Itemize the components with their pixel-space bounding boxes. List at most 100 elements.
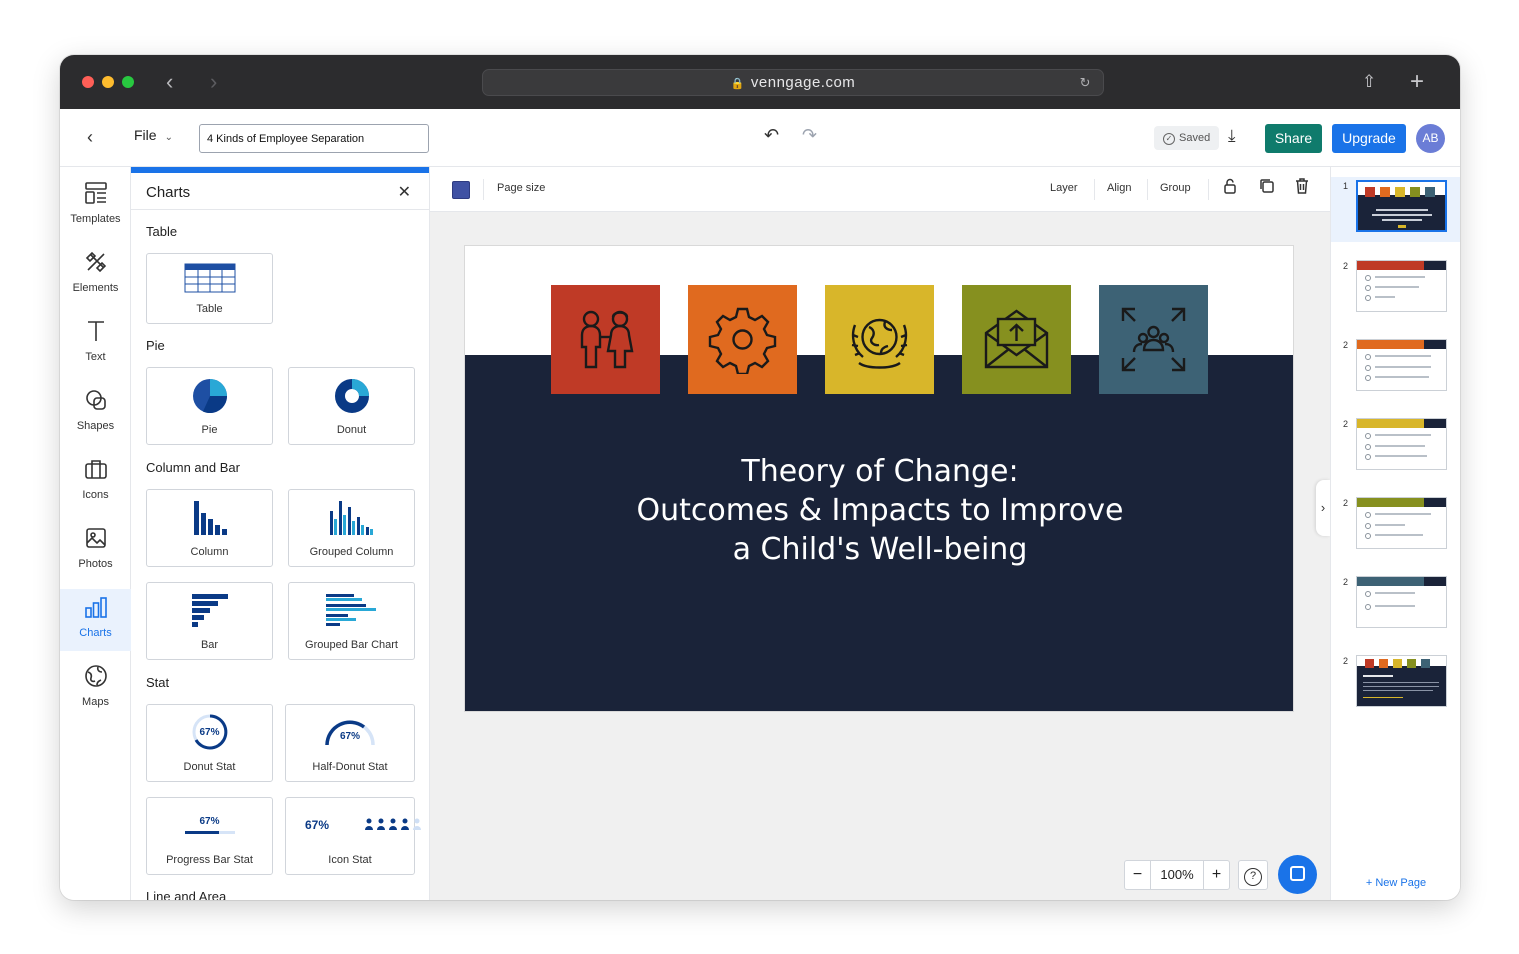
share-page-icon[interactable]: ⇧ <box>1362 68 1376 96</box>
chart-card-grouped-column[interactable]: Grouped Column <box>288 489 415 567</box>
lock-icon[interactable] <box>1223 178 1237 198</box>
new-page-button[interactable]: + New Page <box>1331 877 1460 889</box>
maximize-window-button[interactable] <box>122 76 134 88</box>
browser-back-icon[interactable]: ‹ <box>166 67 173 97</box>
photos-icon <box>60 526 131 554</box>
tile-gear[interactable] <box>688 285 797 394</box>
templates-icon <box>60 181 131 209</box>
rail-item-maps[interactable]: Maps <box>60 658 131 720</box>
help-button[interactable]: ? <box>1238 860 1268 890</box>
color-swatch[interactable] <box>452 181 470 199</box>
rail-item-icons[interactable]: Icons <box>60 451 131 513</box>
chart-card-column[interactable]: Column <box>146 489 273 567</box>
download-icon[interactable]: ⤓ <box>1228 126 1236 146</box>
rail-item-elements[interactable]: Elements <box>60 244 131 306</box>
zoom-out-button[interactable]: − <box>1125 861 1151 889</box>
group-button[interactable]: Group <box>1160 182 1191 194</box>
toolbar-divider <box>1094 179 1095 200</box>
layer-button[interactable]: Layer <box>1050 182 1078 194</box>
browser-forward-icon[interactable]: › <box>210 67 217 97</box>
page-thumb-6[interactable]: 2 <box>1331 573 1460 638</box>
gear-icon <box>708 307 777 374</box>
trash-icon[interactable] <box>1295 178 1309 198</box>
align-button[interactable]: Align <box>1107 182 1131 194</box>
card-label: Half-Donut Stat <box>312 761 388 773</box>
tile-globe[interactable] <box>825 285 934 394</box>
saved-label: Saved <box>1179 132 1211 144</box>
close-icon[interactable]: ✕ <box>398 182 411 202</box>
undo-icon[interactable]: ↶ <box>764 125 779 146</box>
chart-card-donut[interactable]: Donut <box>288 367 415 445</box>
chart-card-progress-bar-stat[interactable]: 67% Progress Bar Stat <box>146 797 273 875</box>
reload-icon[interactable]: ↻ <box>1080 70 1091 95</box>
card-label: Icon Stat <box>328 854 372 866</box>
chat-button[interactable] <box>1278 855 1317 894</box>
upgrade-button[interactable]: Upgrade <box>1332 124 1406 153</box>
pages-panel-toggle[interactable]: › <box>1316 480 1330 536</box>
tile-children[interactable] <box>551 285 660 394</box>
people-icon <box>365 818 421 830</box>
rail-item-templates[interactable]: Templates <box>60 175 131 237</box>
chart-card-grouped-bar[interactable]: Grouped Bar Chart <box>288 582 415 660</box>
page-number: 2 <box>1343 340 1349 350</box>
chart-card-icon-stat[interactable]: 67% Icon Stat <box>285 797 421 875</box>
page-number: 2 <box>1343 261 1349 271</box>
shapes-icon <box>60 388 131 416</box>
page-size-button[interactable]: Page size <box>497 182 545 194</box>
card-label: Donut <box>336 424 367 436</box>
table-icon <box>184 263 235 293</box>
progress-stat-value: 67% <box>199 816 220 827</box>
file-menu[interactable]: File ⌄ <box>134 127 173 143</box>
rail-item-photos[interactable]: Photos <box>60 520 131 582</box>
back-icon[interactable]: ‹ <box>76 123 104 151</box>
redo-icon[interactable]: ↷ <box>802 125 817 146</box>
share-button[interactable]: Share <box>1265 124 1322 153</box>
page-number: 2 <box>1343 656 1349 666</box>
page-thumb-5[interactable]: 2 <box>1331 494 1460 559</box>
grouped-bar-icon <box>325 594 376 626</box>
close-window-button[interactable] <box>82 76 94 88</box>
chart-card-half-donut-stat[interactable]: 67% Half-Donut Stat <box>285 704 415 782</box>
page-thumb-1[interactable]: 1 <box>1331 177 1460 242</box>
page-thumbnail <box>1356 497 1447 549</box>
chart-card-pie[interactable]: Pie <box>146 367 273 445</box>
toolbar-divider <box>483 179 484 200</box>
page-thumb-4[interactable]: 2 <box>1331 415 1460 480</box>
rail-item-charts[interactable]: Charts <box>60 589 131 651</box>
card-label: Bar <box>200 639 219 651</box>
check-icon: ✓ <box>1163 133 1175 145</box>
page-number: 2 <box>1343 498 1349 508</box>
page-thumb-3[interactable]: 2 <box>1331 336 1460 401</box>
slide-title-line-2[interactable]: Outcomes & Impacts to Improve <box>465 491 1293 530</box>
minimize-window-button[interactable] <box>102 76 114 88</box>
rail-item-shapes[interactable]: Shapes <box>60 382 131 444</box>
avatar[interactable]: AB <box>1416 124 1445 153</box>
section-stat: Stat <box>146 675 170 690</box>
page-thumb-7[interactable]: 2 <box>1331 652 1460 717</box>
page-number: 2 <box>1343 577 1349 587</box>
rail-item-text[interactable]: Text <box>60 313 131 375</box>
donut-icon <box>334 379 369 413</box>
zoom-in-button[interactable]: + <box>1203 861 1229 889</box>
section-pie: Pie <box>146 338 165 353</box>
zoom-level[interactable]: 100% <box>1151 861 1203 889</box>
page-thumbnail <box>1356 655 1447 707</box>
elements-icon <box>60 250 131 278</box>
duplicate-icon[interactable] <box>1259 178 1274 197</box>
left-rail: Templates Elements Text Shapes Icons Pho… <box>60 167 131 900</box>
page-thumbnail <box>1356 418 1447 470</box>
pie-icon <box>192 379 227 414</box>
chart-card-donut-stat[interactable]: 67% Donut Stat <box>146 704 273 782</box>
page-thumb-2[interactable]: 2 <box>1331 257 1460 322</box>
column-chart-icon <box>193 501 227 535</box>
chart-card-table[interactable]: Table <box>146 253 273 324</box>
slide-canvas[interactable]: Theory of Change: Outcomes & Impacts to … <box>464 245 1294 712</box>
document-title-input[interactable] <box>199 124 429 153</box>
tile-people[interactable] <box>1099 285 1208 394</box>
new-tab-icon[interactable]: + <box>1410 68 1424 96</box>
tile-mail[interactable] <box>962 285 1071 394</box>
address-bar[interactable]: 🔒 venngage.com ↻ <box>482 69 1104 96</box>
slide-title-line-1[interactable]: Theory of Change: <box>465 452 1293 491</box>
slide-title-line-3[interactable]: a Child's Well-being <box>465 530 1293 569</box>
chart-card-bar[interactable]: Bar <box>146 582 273 660</box>
